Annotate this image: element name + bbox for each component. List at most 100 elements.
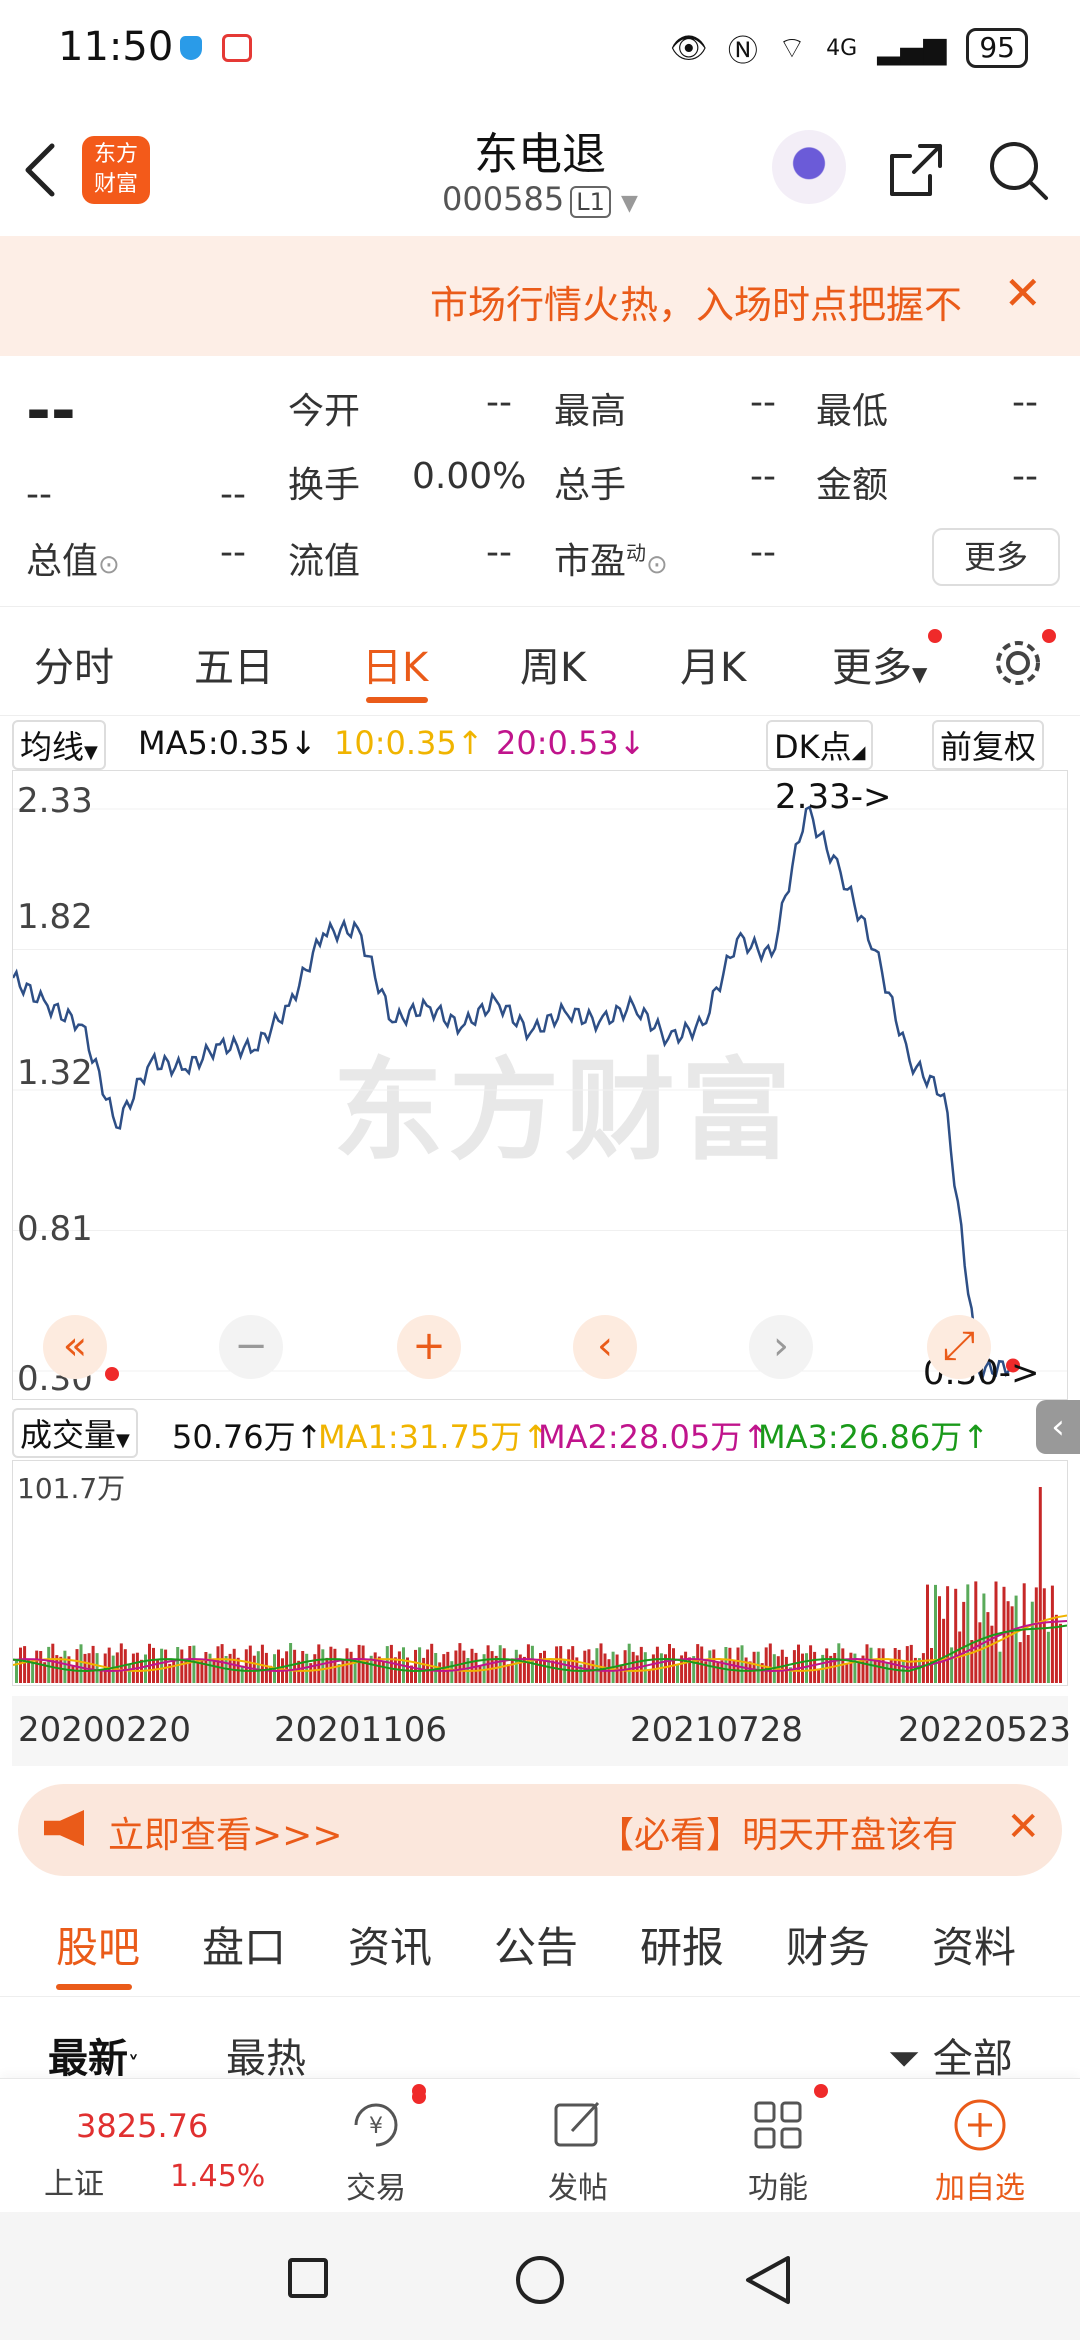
- y-tick-label: 2.33: [17, 781, 93, 821]
- y-tick-label: 1.32: [17, 1053, 93, 1093]
- notice-left-text[interactable]: 立即查看>>>: [108, 1806, 343, 1858]
- collapse-panel-button[interactable]: ‹: [1036, 1400, 1080, 1454]
- price-chart[interactable]: 东方财富 2.33 1.82 1.32 0.81 0.30 2.33-> 0.3…: [12, 770, 1068, 1400]
- share-icon[interactable]: [886, 140, 946, 200]
- more-quote-button[interactable]: 更多: [932, 528, 1060, 586]
- tab-more[interactable]: 更多▼: [832, 635, 927, 693]
- back-nav-icon[interactable]: [744, 2254, 792, 2306]
- caret-down-icon: ▼: [116, 1430, 130, 1451]
- ma-indicator-row: 均线▼ MA5:0.35↓ 10:0.35↑ 20:0.53↓ DK点◢ 前复权: [12, 718, 1072, 770]
- assistant-robot-icon[interactable]: [772, 130, 846, 204]
- volume-bar: [551, 1660, 555, 1683]
- volume-bar: [809, 1645, 813, 1683]
- volume-selector-label: 成交量: [20, 1416, 117, 1454]
- nav-functions[interactable]: 功能: [708, 2095, 848, 2207]
- content-tabs: 股吧 盘口 资讯 公告 研报 财务 资料: [0, 1892, 1080, 1997]
- volume-bar: [160, 1648, 164, 1683]
- amount-label: 金额: [816, 465, 889, 506]
- recent-apps-icon[interactable]: [288, 2258, 328, 2298]
- signal-icon: ▂▄▆: [877, 30, 947, 66]
- low-value: --: [1012, 382, 1038, 423]
- sort-hot[interactable]: 最热: [226, 2026, 306, 2084]
- sort-latest[interactable]: 最新˅: [48, 2026, 139, 2084]
- volume-bar: [716, 1662, 720, 1683]
- info-icon[interactable]: ⊙: [646, 550, 668, 580]
- date-axis: 20200220 20201106 20210728 20220523: [12, 1696, 1071, 1766]
- tab-guba[interactable]: 股吧: [56, 1914, 140, 1975]
- zoom-out-button[interactable]: −: [219, 1315, 283, 1379]
- volume-bar: [381, 1660, 385, 1683]
- promo-banner-text[interactable]: 市场行情火热，入场时点把握不: [430, 274, 962, 329]
- tab-intraday[interactable]: 分时: [34, 635, 114, 693]
- ma-selector[interactable]: 均线▼: [12, 720, 106, 770]
- adjust-selector[interactable]: 前复权: [932, 720, 1045, 770]
- tab-weekly-k[interactable]: 周K: [520, 635, 586, 693]
- tab-profile[interactable]: 资料: [932, 1914, 1016, 1975]
- home-icon[interactable]: [516, 2256, 564, 2304]
- scroll-right-button[interactable]: ›: [749, 1315, 813, 1379]
- filter-all[interactable]: ⏷ 全部: [888, 2026, 1013, 2084]
- scroll-left-button[interactable]: ‹: [573, 1315, 637, 1379]
- gear-icon[interactable]: [990, 635, 1046, 691]
- scroll-start-button[interactable]: «: [43, 1315, 107, 1379]
- tab-order-book[interactable]: 盘口: [202, 1914, 286, 1975]
- date-tick: 20201106: [274, 1710, 448, 1750]
- volume-bar: [994, 1581, 998, 1683]
- close-icon[interactable]: ✕: [1003, 266, 1042, 320]
- volume-bar: [470, 1648, 474, 1683]
- volume-bar: [655, 1646, 659, 1683]
- volume-bar: [212, 1661, 216, 1683]
- volume-bar: [341, 1659, 345, 1683]
- search-icon[interactable]: [986, 138, 1050, 202]
- tab-monthly-k[interactable]: 月K: [680, 635, 746, 693]
- date-tick: 20210728: [630, 1710, 804, 1750]
- info-icon[interactable]: ⊙: [98, 550, 120, 580]
- index-value[interactable]: 3825.76: [76, 2107, 208, 2145]
- volume-bar: [35, 1650, 39, 1683]
- volume-bar: [462, 1650, 466, 1683]
- tab-five-day[interactable]: 五日: [194, 635, 274, 693]
- notice-bar[interactable]: 立即查看>>> 【必看】明天开盘该有 ✕: [18, 1784, 1062, 1876]
- high-value: --: [750, 382, 776, 423]
- dk-label: DK点: [774, 728, 852, 766]
- volume-bar: [1038, 1487, 1042, 1683]
- volume-bar: [349, 1651, 353, 1683]
- vol-ma3-text: MA3:26.86万: [758, 1418, 963, 1456]
- volume-bar: [599, 1643, 603, 1683]
- index-name[interactable]: 上证: [44, 2159, 104, 2203]
- volume-bar: [555, 1646, 559, 1683]
- ma20-text: 20:0.53: [496, 724, 619, 762]
- volume-bar: [1050, 1585, 1054, 1683]
- volume-bar: [321, 1649, 325, 1683]
- volume-bar: [1030, 1601, 1034, 1683]
- nav-post[interactable]: 发帖: [508, 2095, 648, 2207]
- tab-financials[interactable]: 财务: [786, 1914, 870, 1975]
- volume-chart[interactable]: 101.7万: [12, 1460, 1068, 1686]
- volume-max-label: 101.7万: [17, 1472, 126, 1505]
- eye-icon: 👁: [669, 30, 708, 66]
- fullscreen-button[interactable]: ⤢: [927, 1315, 991, 1379]
- volume-bar: [144, 1654, 147, 1683]
- turnover-value: 0.00%: [412, 456, 527, 497]
- volume-selector[interactable]: 成交量▼: [12, 1408, 138, 1458]
- tab-research[interactable]: 研报: [640, 1914, 724, 1975]
- notice-right-text[interactable]: 【必看】明天开盘该有: [598, 1806, 958, 1858]
- volume-bar: [1026, 1635, 1030, 1683]
- shield-icon: [180, 36, 202, 60]
- dk-point-selector[interactable]: DK点◢: [766, 720, 874, 770]
- nav-trade[interactable]: ¥ 交易: [306, 2095, 446, 2207]
- open-value: --: [486, 382, 512, 423]
- volume-bar: [397, 1651, 401, 1683]
- promo-banner[interactable]: 市场行情火热，入场时点把握不 ✕: [0, 236, 1080, 356]
- volume-bar: [881, 1648, 885, 1683]
- nav-add-watchlist[interactable]: 加自选: [910, 2095, 1050, 2207]
- tab-news[interactable]: 资讯: [348, 1914, 432, 1975]
- tab-daily-k[interactable]: 日K: [362, 635, 428, 693]
- volume-bar: [926, 1584, 929, 1683]
- close-icon[interactable]: ✕: [1006, 1804, 1040, 1850]
- index-change[interactable]: 1.45%: [170, 2159, 265, 2194]
- zoom-in-button[interactable]: +: [397, 1315, 461, 1379]
- ma5-text: MA5:0.35: [138, 724, 290, 762]
- tab-announcements[interactable]: 公告: [494, 1914, 578, 1975]
- filter-icon: ⏷: [888, 2036, 920, 2082]
